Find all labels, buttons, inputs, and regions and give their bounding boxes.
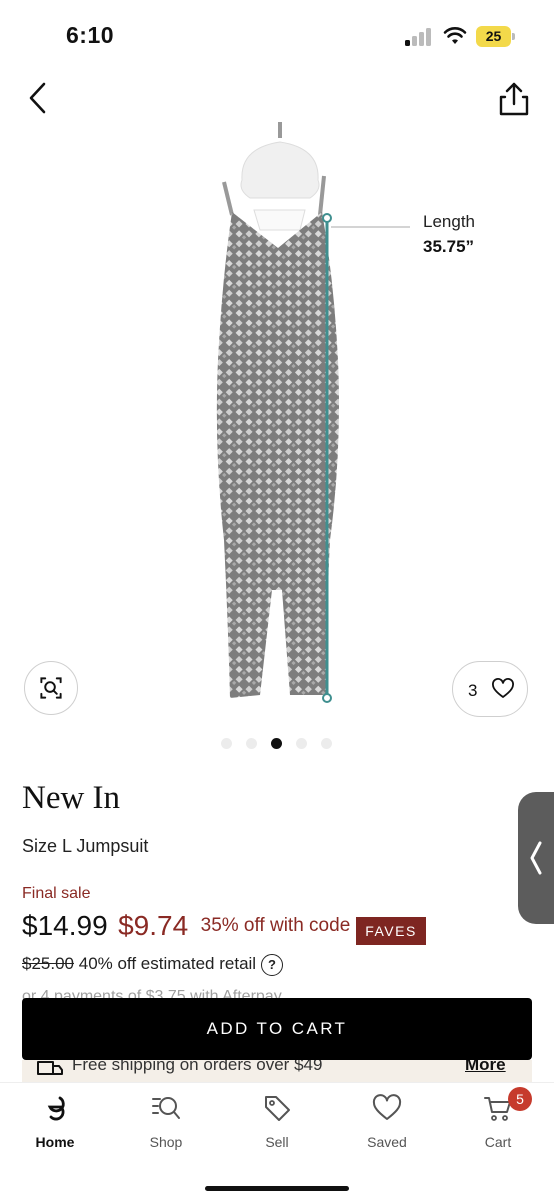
retail-price: $25.00 — [22, 954, 74, 973]
final-sale-label: Final sale — [22, 885, 91, 902]
product-photo[interactable] — [150, 120, 410, 720]
zoom-button[interactable] — [24, 661, 78, 715]
chevron-left-icon — [530, 841, 542, 875]
zoom-search-icon — [40, 677, 62, 699]
carousel-dot[interactable] — [246, 738, 257, 749]
fave-count: 3 — [468, 681, 478, 700]
side-drawer-tab[interactable] — [518, 792, 554, 924]
fave-button[interactable]: 3 — [452, 661, 528, 717]
original-price: $14.99 — [22, 910, 108, 941]
heart-icon — [492, 678, 514, 698]
sale-price: $9.74 — [118, 910, 189, 941]
carousel-dot[interactable] — [221, 738, 232, 749]
tab-sell-label: Sell — [265, 1134, 289, 1150]
promo-code-badge: FAVES — [356, 917, 426, 945]
measurement-label: Length — [423, 212, 475, 231]
tag-icon — [265, 1096, 290, 1121]
size-label: Size L — [22, 836, 72, 856]
tab-shop[interactable]: Shop — [126, 1093, 206, 1153]
share-icon — [499, 82, 529, 116]
home-indicator — [205, 1186, 349, 1191]
home-logo-icon — [47, 1096, 65, 1121]
cart-count-badge: 5 — [508, 1087, 532, 1111]
shipping-banner: Free shipping on orders over $49 More — [22, 1060, 532, 1082]
heart-icon — [372, 1094, 402, 1120]
cellular-signal-icon — [405, 28, 433, 46]
retail-comparison: $25.00 40% off estimated retail — [22, 954, 256, 974]
brand-name[interactable]: New In — [22, 780, 120, 817]
share-button[interactable] — [496, 80, 532, 118]
tab-shop-label: Shop — [149, 1134, 183, 1150]
price-row: $14.99 $9.74 35% off with code — [22, 910, 350, 946]
search-icon — [152, 1097, 180, 1119]
shipping-more-link[interactable]: More — [465, 1060, 506, 1075]
chevron-left-icon — [29, 82, 46, 114]
tab-cart-label: Cart — [484, 1134, 512, 1150]
measurement-value: 35.75” — [423, 237, 475, 256]
carousel-dot[interactable] — [321, 738, 332, 749]
help-icon[interactable]: ? — [261, 954, 283, 976]
battery-percent: 25 — [485, 28, 502, 44]
tab-sell[interactable]: Sell — [237, 1093, 317, 1153]
carousel-dot-active[interactable] — [271, 738, 282, 749]
truck-icon — [37, 1061, 63, 1075]
back-button[interactable] — [22, 80, 56, 116]
bottom-tab-bar: Home Shop Sell Saved Cart — [0, 1082, 554, 1200]
retail-discount-text: 40% off estimated retail — [78, 954, 257, 973]
tab-home-label: Home — [35, 1134, 75, 1150]
status-time: 6:10 — [66, 22, 115, 48]
status-bar: 6:10 25 — [0, 0, 554, 70]
tab-saved-label: Saved — [367, 1134, 407, 1150]
tab-home[interactable]: Home — [15, 1093, 95, 1153]
category-label: Jumpsuit — [76, 836, 149, 856]
battery-indicator: 25 — [476, 26, 516, 47]
add-to-cart-button[interactable]: ADD TO CART — [22, 998, 532, 1060]
shipping-text: Free shipping on orders over $49 — [72, 1060, 323, 1074]
tab-saved[interactable]: Saved — [347, 1093, 427, 1153]
battery-cap — [512, 33, 515, 40]
carousel-dots — [221, 738, 341, 750]
wifi-icon — [443, 27, 467, 44]
carousel-dot[interactable] — [296, 738, 307, 749]
size-and-category: Size L Jumpsuit — [22, 836, 148, 857]
discount-text: 35% off with code — [200, 915, 351, 936]
